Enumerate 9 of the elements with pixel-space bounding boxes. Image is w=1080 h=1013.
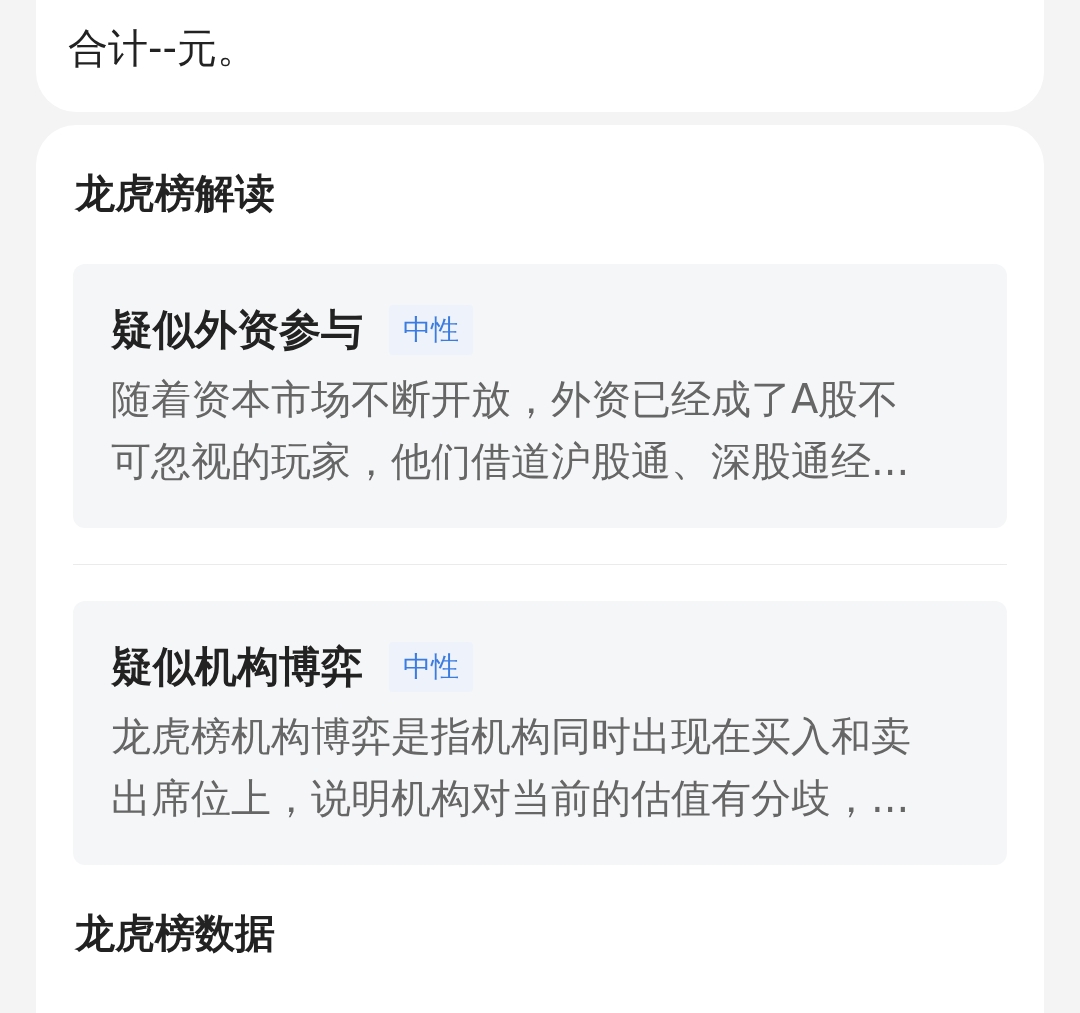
section-title: 龙虎榜解读 [75, 169, 276, 218]
card-description: 随着资本市场不断开放，外资已经成了A股不可忽视的玩家，他们借道沪股通、深股通经... [111, 375, 911, 486]
tag-label: 中性 [389, 642, 473, 692]
card-description: 龙虎榜机构博弈是指机构同时出现在买入和卖出席位上，说明机构对当前的估值有分歧，... [111, 712, 912, 823]
card-title: 疑似机构博弈 [111, 641, 363, 693]
tag-label: 中性 [389, 305, 473, 355]
summary-text: 合计--元。 [68, 24, 258, 73]
card-title: 疑似外资参与 [111, 304, 363, 356]
section-title: 龙虎榜数据 [75, 909, 276, 958]
